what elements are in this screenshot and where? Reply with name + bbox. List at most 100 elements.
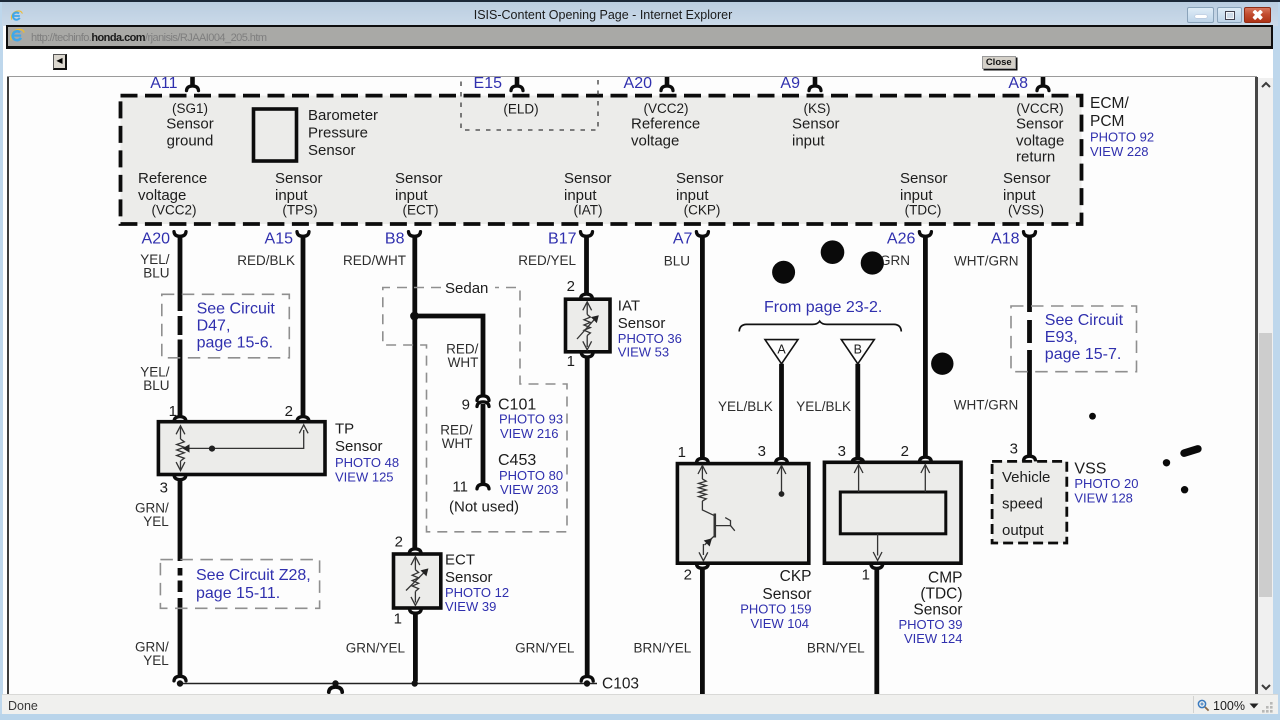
svg-text:See Circuit Z28,: See Circuit Z28, [196,567,311,584]
svg-text:YEL/BLK: YEL/BLK [718,399,773,414]
svg-text:WHT/GRN: WHT/GRN [954,254,1019,269]
svg-text:voltage: voltage [631,133,679,150]
svg-text:BRN/YEL: BRN/YEL [634,640,692,655]
svg-text:Vehicle: Vehicle [1002,469,1050,486]
svg-text:(KS): (KS) [804,101,831,116]
svg-text:voltage: voltage [1016,133,1064,150]
svg-text:2: 2 [567,278,575,295]
svg-text:(ECT): (ECT) [403,203,439,218]
svg-text:Sensor: Sensor [913,602,962,619]
svg-text:(VCCR): (VCCR) [1016,101,1063,116]
svg-text:A8: A8 [1008,77,1028,92]
svg-text:PHOTO 12: PHOTO 12 [445,585,509,600]
svg-text:A26: A26 [887,231,916,248]
svg-text:A9: A9 [780,77,800,92]
svg-text:page 15-7.: page 15-7. [1045,346,1122,363]
svg-text:3: 3 [160,480,168,497]
svg-text:RED/WHT: RED/WHT [343,253,406,268]
svg-text:voltage: voltage [138,187,186,204]
svg-text:input: input [676,187,709,204]
svg-text:C453: C453 [498,452,536,469]
svg-text:CKP: CKP [780,568,812,585]
svg-text:Sensor: Sensor [676,170,724,187]
svg-text:A18: A18 [991,231,1020,248]
svg-text:VIEW 128: VIEW 128 [1074,491,1133,506]
svg-text:D47,: D47, [197,318,231,335]
svg-text:IAT: IAT [618,298,640,315]
svg-text:(Not used): (Not used) [449,499,519,516]
svg-text:C103: C103 [602,676,639,693]
svg-text:PCM: PCM [1090,113,1124,130]
svg-text:9: 9 [462,397,470,414]
svg-text:PHOTO 80: PHOTO 80 [499,468,563,483]
svg-text:(VCC2): (VCC2) [643,101,688,116]
svg-text:(TDC): (TDC) [920,586,962,603]
svg-text:BLU: BLU [143,266,169,281]
svg-text:B: B [854,343,862,357]
svg-text:VIEW 216: VIEW 216 [500,426,559,441]
svg-text:speed: speed [1002,496,1043,513]
svg-text:RED/YEL: RED/YEL [518,253,576,268]
svg-text:B8: B8 [385,231,405,248]
svg-text:A7: A7 [673,231,693,248]
svg-text:CMP: CMP [928,570,962,587]
svg-text:E15: E15 [474,77,503,92]
svg-text:VIEW 104: VIEW 104 [750,616,809,631]
svg-text:Sensor: Sensor [275,170,323,187]
svg-text:A15: A15 [265,231,294,248]
svg-text:YEL: YEL [143,653,169,668]
svg-text:2: 2 [285,403,293,420]
svg-text:VIEW 124: VIEW 124 [904,631,963,646]
svg-text:1: 1 [678,444,686,461]
svg-text:See Circuit: See Circuit [1045,312,1124,329]
svg-text:PHOTO 93: PHOTO 93 [499,412,563,427]
svg-text:WHT/GRN: WHT/GRN [954,398,1019,413]
svg-text:GRN: GRN [880,253,910,268]
svg-text:Sensor: Sensor [395,170,443,187]
svg-text:return: return [1016,149,1055,166]
svg-text:A11: A11 [150,77,177,92]
svg-text:1: 1 [394,611,402,628]
svg-text:Reference: Reference [631,116,700,133]
svg-text:Sensor: Sensor [445,569,493,586]
svg-text:input: input [564,187,597,204]
svg-text:page 15-6.: page 15-6. [197,335,274,352]
svg-text:(TDC): (TDC) [905,203,942,218]
svg-text:Sensor: Sensor [308,142,356,159]
svg-text:3: 3 [838,443,846,460]
svg-text:Sensor: Sensor [762,586,811,603]
svg-text:input: input [275,187,308,204]
svg-text:B17: B17 [548,231,577,248]
svg-text:VIEW 203: VIEW 203 [500,482,559,497]
svg-text:PHOTO 48: PHOTO 48 [335,455,399,470]
svg-text:A: A [777,343,786,357]
svg-text:(VSS): (VSS) [1008,203,1044,218]
svg-text:ECT: ECT [445,552,475,569]
svg-text:ECM/: ECM/ [1090,95,1129,112]
svg-text:PHOTO 159: PHOTO 159 [740,602,811,617]
svg-text:PHOTO 92: PHOTO 92 [1090,130,1154,145]
svg-text:ground: ground [167,133,214,150]
svg-text:BLU: BLU [143,378,169,393]
svg-text:Pressure: Pressure [308,125,368,142]
svg-text:page 15-11.: page 15-11. [196,585,280,602]
svg-text:BLU: BLU [664,254,690,269]
svg-text:E93,: E93, [1045,329,1078,346]
svg-text:Barometer: Barometer [308,107,378,124]
svg-text:input: input [792,133,825,150]
svg-text:(SG1): (SG1) [172,101,208,116]
svg-text:VIEW 39: VIEW 39 [445,599,496,614]
svg-text:(CKP): (CKP) [684,203,721,218]
svg-text:GRN/YEL: GRN/YEL [515,640,575,655]
svg-text:PHOTO 39: PHOTO 39 [898,617,962,632]
svg-text:3: 3 [1010,440,1018,457]
svg-text:Sedan: Sedan [445,280,488,297]
svg-text:VIEW 53: VIEW 53 [618,345,669,360]
svg-text:Sensor: Sensor [166,116,214,133]
svg-text:RED/BLK: RED/BLK [237,253,295,268]
svg-text:input: input [1003,187,1036,204]
svg-text:Sensor: Sensor [335,438,383,455]
svg-text:Sensor: Sensor [792,116,840,133]
svg-text:Sensor: Sensor [618,315,666,332]
svg-text:3: 3 [758,443,766,460]
